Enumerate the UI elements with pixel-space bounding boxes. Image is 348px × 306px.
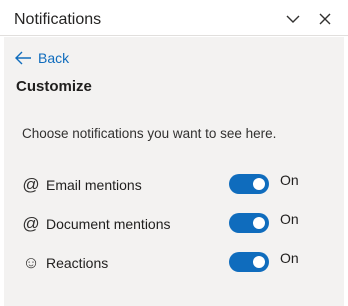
toggle-knob <box>253 178 265 190</box>
setting-label: Email mentions <box>46 177 142 193</box>
smiley-icon: ☺ <box>22 253 40 272</box>
toggle-knob <box>253 217 265 229</box>
page-description: Choose notifications you want to see her… <box>22 126 277 141</box>
setting-label: Reactions <box>46 255 109 271</box>
setting-row-reactions: ☺ Reactions On <box>22 250 332 278</box>
collapse-button[interactable] <box>284 10 302 28</box>
toggle-state-label: On <box>280 211 299 227</box>
setting-row-document-mentions: @ Document mentions On <box>22 211 332 239</box>
close-button[interactable] <box>316 10 334 28</box>
page-title: Customize <box>16 78 92 95</box>
document-mentions-toggle[interactable] <box>229 213 269 233</box>
back-label: Back <box>38 50 70 66</box>
setting-label: Document mentions <box>46 216 171 232</box>
arrow-left-icon <box>15 51 31 65</box>
setting-row-email-mentions: @ Email mentions On <box>22 172 332 200</box>
panel-left-border <box>0 36 4 306</box>
back-link[interactable]: Back <box>14 48 69 68</box>
toggle-state-label: On <box>280 250 299 266</box>
at-icon: @ <box>22 175 40 194</box>
toggle-state-label: On <box>280 172 299 188</box>
reactions-toggle[interactable] <box>229 252 269 272</box>
panel-right-border <box>344 36 348 306</box>
chevron-down-icon <box>286 15 300 23</box>
toggle-knob <box>253 256 265 268</box>
at-icon: @ <box>22 214 40 233</box>
pane-header: Notifications <box>0 0 348 36</box>
pane-title: Notifications <box>14 11 102 28</box>
email-mentions-toggle[interactable] <box>229 174 269 194</box>
close-icon <box>319 13 331 25</box>
